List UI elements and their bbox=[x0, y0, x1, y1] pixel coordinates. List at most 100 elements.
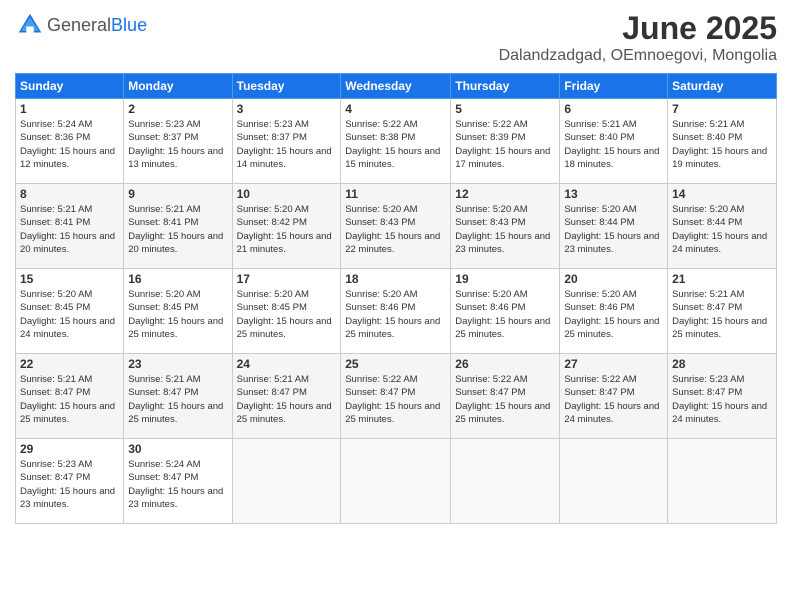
day-info: Sunrise: 5:22 AMSunset: 8:39 PMDaylight:… bbox=[455, 118, 555, 171]
table-row: 23 Sunrise: 5:21 AMSunset: 8:47 PMDayligh… bbox=[124, 354, 232, 439]
day-info: Sunrise: 5:20 AMSunset: 8:46 PMDaylight:… bbox=[564, 288, 663, 341]
day-info: Sunrise: 5:20 AMSunset: 8:45 PMDaylight:… bbox=[20, 288, 119, 341]
table-row: 18 Sunrise: 5:20 AMSunset: 8:46 PMDayligh… bbox=[341, 269, 451, 354]
table-row: 25 Sunrise: 5:22 AMSunset: 8:47 PMDayligh… bbox=[341, 354, 451, 439]
day-number: 19 bbox=[455, 272, 555, 286]
day-info: Sunrise: 5:23 AMSunset: 8:37 PMDaylight:… bbox=[128, 118, 227, 171]
calendar-header-row: Sunday Monday Tuesday Wednesday Thursday… bbox=[16, 74, 777, 99]
day-info: Sunrise: 5:20 AMSunset: 8:44 PMDaylight:… bbox=[672, 203, 772, 256]
day-info: Sunrise: 5:20 AMSunset: 8:46 PMDaylight:… bbox=[345, 288, 446, 341]
day-info: Sunrise: 5:23 AMSunset: 8:47 PMDaylight:… bbox=[672, 373, 772, 426]
table-row: 15 Sunrise: 5:20 AMSunset: 8:45 PMDayligh… bbox=[16, 269, 124, 354]
table-row bbox=[232, 439, 341, 524]
table-row: 7 Sunrise: 5:21 AMSunset: 8:40 PMDaylight… bbox=[668, 99, 777, 184]
day-info: Sunrise: 5:21 AMSunset: 8:40 PMDaylight:… bbox=[672, 118, 772, 171]
logo-icon bbox=[15, 10, 45, 40]
logo: GeneralBlue bbox=[15, 10, 147, 40]
col-monday: Monday bbox=[124, 74, 232, 99]
day-number: 9 bbox=[128, 187, 227, 201]
calendar-week-row: 1 Sunrise: 5:24 AMSunset: 8:36 PMDaylight… bbox=[16, 99, 777, 184]
calendar-week-row: 29 Sunrise: 5:23 AMSunset: 8:47 PMDayligh… bbox=[16, 439, 777, 524]
day-info: Sunrise: 5:20 AMSunset: 8:46 PMDaylight:… bbox=[455, 288, 555, 341]
table-row: 27 Sunrise: 5:22 AMSunset: 8:47 PMDayligh… bbox=[560, 354, 668, 439]
day-number: 12 bbox=[455, 187, 555, 201]
calendar-week-row: 8Sunrise: 5:21 AMSunset: 8:41 PMDaylight… bbox=[16, 184, 777, 269]
table-row: 20 Sunrise: 5:20 AMSunset: 8:46 PMDayligh… bbox=[560, 269, 668, 354]
day-number: 20 bbox=[564, 272, 663, 286]
day-number: 2 bbox=[128, 102, 227, 116]
day-info: Sunrise: 5:23 AMSunset: 8:37 PMDaylight:… bbox=[237, 118, 337, 171]
table-row: 12Sunrise: 5:20 AMSunset: 8:43 PMDayligh… bbox=[451, 184, 560, 269]
table-row: 21 Sunrise: 5:21 AMSunset: 8:47 PMDayligh… bbox=[668, 269, 777, 354]
day-info: Sunrise: 5:20 AMSunset: 8:44 PMDaylight:… bbox=[564, 203, 663, 256]
day-number: 17 bbox=[237, 272, 337, 286]
day-info: Sunrise: 5:20 AMSunset: 8:45 PMDaylight:… bbox=[237, 288, 337, 341]
day-number: 30 bbox=[128, 442, 227, 456]
table-row: 11Sunrise: 5:20 AMSunset: 8:43 PMDayligh… bbox=[341, 184, 451, 269]
table-row: 4Sunrise: 5:22 AMSunset: 8:38 PMDaylight… bbox=[341, 99, 451, 184]
day-number: 6 bbox=[564, 102, 663, 116]
day-number: 1 bbox=[20, 102, 119, 116]
page-container: GeneralBlue June 2025 Dalandzadgad, OEmn… bbox=[0, 0, 792, 534]
day-number: 21 bbox=[672, 272, 772, 286]
day-info: Sunrise: 5:20 AMSunset: 8:45 PMDaylight:… bbox=[128, 288, 227, 341]
table-row: 26 Sunrise: 5:22 AMSunset: 8:47 PMDayligh… bbox=[451, 354, 560, 439]
table-row bbox=[560, 439, 668, 524]
table-row: 3 Sunrise: 5:23 AMSunset: 8:37 PMDaylight… bbox=[232, 99, 341, 184]
day-number: 27 bbox=[564, 357, 663, 371]
table-row: 19 Sunrise: 5:20 AMSunset: 8:46 PMDayligh… bbox=[451, 269, 560, 354]
table-row: 2 Sunrise: 5:23 AMSunset: 8:37 PMDaylight… bbox=[124, 99, 232, 184]
day-info: Sunrise: 5:20 AMSunset: 8:42 PMDaylight:… bbox=[237, 203, 337, 256]
col-sunday: Sunday bbox=[16, 74, 124, 99]
day-info: Sunrise: 5:22 AMSunset: 8:47 PMDaylight:… bbox=[345, 373, 446, 426]
table-row: 24 Sunrise: 5:21 AMSunset: 8:47 PMDayligh… bbox=[232, 354, 341, 439]
table-row: 16Sunrise: 5:20 AMSunset: 8:45 PMDayligh… bbox=[124, 269, 232, 354]
logo-blue: Blue bbox=[111, 15, 147, 35]
table-row: 6Sunrise: 5:21 AMSunset: 8:40 PMDaylight… bbox=[560, 99, 668, 184]
day-info: Sunrise: 5:21 AMSunset: 8:47 PMDaylight:… bbox=[20, 373, 119, 426]
day-info: Sunrise: 5:23 AMSunset: 8:47 PMDaylight:… bbox=[20, 458, 119, 511]
header: GeneralBlue June 2025 Dalandzadgad, OEmn… bbox=[15, 10, 777, 65]
day-number: 24 bbox=[237, 357, 337, 371]
day-number: 25 bbox=[345, 357, 446, 371]
table-row bbox=[451, 439, 560, 524]
day-info: Sunrise: 5:21 AMSunset: 8:47 PMDaylight:… bbox=[672, 288, 772, 341]
day-number: 5 bbox=[455, 102, 555, 116]
col-wednesday: Wednesday bbox=[341, 74, 451, 99]
table-row: 29 Sunrise: 5:23 AMSunset: 8:47 PMDayligh… bbox=[16, 439, 124, 524]
day-number: 3 bbox=[237, 102, 337, 116]
day-number: 18 bbox=[345, 272, 446, 286]
table-row: 1 Sunrise: 5:24 AMSunset: 8:36 PMDaylight… bbox=[16, 99, 124, 184]
day-info: Sunrise: 5:22 AMSunset: 8:47 PMDaylight:… bbox=[564, 373, 663, 426]
calendar-table: Sunday Monday Tuesday Wednesday Thursday… bbox=[15, 73, 777, 524]
table-row: 30 Sunrise: 5:24 AMSunset: 8:47 PMDayligh… bbox=[124, 439, 232, 524]
table-row: 22 Sunrise: 5:21 AMSunset: 8:47 PMDayligh… bbox=[16, 354, 124, 439]
day-info: Sunrise: 5:21 AMSunset: 8:41 PMDaylight:… bbox=[128, 203, 227, 256]
day-number: 15 bbox=[20, 272, 119, 286]
day-info: Sunrise: 5:22 AMSunset: 8:38 PMDaylight:… bbox=[345, 118, 446, 171]
day-info: Sunrise: 5:22 AMSunset: 8:47 PMDaylight:… bbox=[455, 373, 555, 426]
day-number: 11 bbox=[345, 187, 446, 201]
table-row bbox=[668, 439, 777, 524]
day-number: 29 bbox=[20, 442, 119, 456]
month-title: June 2025 bbox=[499, 10, 777, 47]
logo-text: GeneralBlue bbox=[47, 15, 147, 36]
day-info: Sunrise: 5:21 AMSunset: 8:47 PMDaylight:… bbox=[237, 373, 337, 426]
col-friday: Friday bbox=[560, 74, 668, 99]
table-row: 10Sunrise: 5:20 AMSunset: 8:42 PMDayligh… bbox=[232, 184, 341, 269]
table-row: 28Sunrise: 5:23 AMSunset: 8:47 PMDayligh… bbox=[668, 354, 777, 439]
day-info: Sunrise: 5:21 AMSunset: 8:47 PMDaylight:… bbox=[128, 373, 227, 426]
day-info: Sunrise: 5:24 AMSunset: 8:47 PMDaylight:… bbox=[128, 458, 227, 511]
table-row: 17 Sunrise: 5:20 AMSunset: 8:45 PMDayligh… bbox=[232, 269, 341, 354]
day-info: Sunrise: 5:21 AMSunset: 8:41 PMDaylight:… bbox=[20, 203, 119, 256]
table-row: 8Sunrise: 5:21 AMSunset: 8:41 PMDaylight… bbox=[16, 184, 124, 269]
day-number: 23 bbox=[128, 357, 227, 371]
day-number: 7 bbox=[672, 102, 772, 116]
day-number: 14 bbox=[672, 187, 772, 201]
day-info: Sunrise: 5:24 AMSunset: 8:36 PMDaylight:… bbox=[20, 118, 119, 171]
day-number: 26 bbox=[455, 357, 555, 371]
calendar-week-row: 15 Sunrise: 5:20 AMSunset: 8:45 PMDayligh… bbox=[16, 269, 777, 354]
day-number: 22 bbox=[20, 357, 119, 371]
location-title: Dalandzadgad, OEmnoegovi, Mongolia bbox=[499, 47, 777, 65]
col-saturday: Saturday bbox=[668, 74, 777, 99]
